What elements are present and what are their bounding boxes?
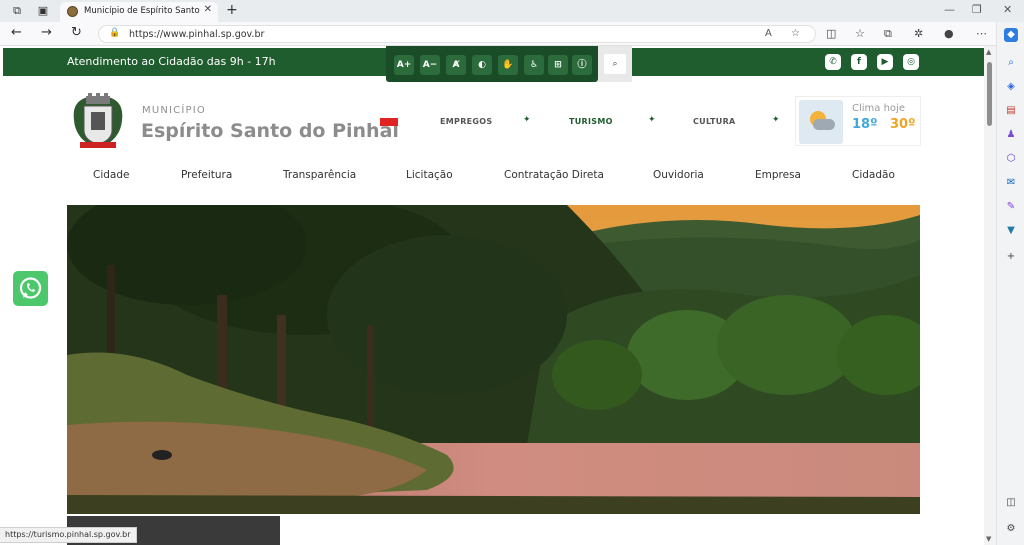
lock-icon[interactable]: 🔒 xyxy=(109,28,120,38)
star-divider-icon: ✦ xyxy=(772,115,780,125)
weather-widget: Clima hoje 18º 30º xyxy=(795,96,921,146)
quick-link-empregos[interactable]: EMPREGOS xyxy=(440,117,492,126)
font-decrease-button[interactable]: A− xyxy=(420,55,440,75)
favorite-star-icon[interactable]: ☆ xyxy=(791,28,800,39)
minimize-button[interactable]: — xyxy=(944,3,955,16)
shopping-tag-icon[interactable]: ◈ xyxy=(1004,80,1018,94)
nav-item-transparencia[interactable]: Transparência xyxy=(283,169,356,181)
new-tab-button[interactable]: + xyxy=(226,2,238,18)
address-bar[interactable]: 🔒 https://www.pinhal.sp.gov.br A ☆ xyxy=(98,25,816,43)
back-icon[interactable]: ← xyxy=(11,26,22,40)
quick-link-cultura[interactable]: CULTURA xyxy=(693,117,736,126)
profile-icon[interactable]: ● xyxy=(944,27,954,40)
extensions-icon[interactable]: ✲ xyxy=(914,27,923,40)
restore-button[interactable]: ❐ xyxy=(972,3,982,16)
main-nav: Cidade Prefeitura Transparência Licitaçã… xyxy=(67,160,920,192)
star-divider-icon: ✦ xyxy=(648,115,656,125)
search-icon[interactable]: ⌕ xyxy=(1004,56,1018,70)
city-name[interactable]: Espírito Santo do Pinhal xyxy=(141,120,399,142)
partly-cloudy-icon xyxy=(799,100,843,144)
copilot-icon[interactable]: ◆ xyxy=(1004,28,1018,42)
weather-label: Clima hoje xyxy=(852,103,905,114)
page-scrollbar[interactable]: ▲ ▼ xyxy=(984,46,996,545)
address-toolbar: ← → ↻ 🔒 https://www.pinhal.sp.gov.br A ☆… xyxy=(0,22,1024,46)
close-tab-icon[interactable]: ✕ xyxy=(204,4,212,15)
sidebar-layout-icon[interactable]: ◫ xyxy=(1004,496,1018,510)
status-url: https://turismo.pinhal.sp.gov.br xyxy=(0,527,137,543)
edge-sidebar: ◆ ⌕ ◈ ▤ ♟ ⬡ ✉ ✎ ▼ + ◫ ⚙ xyxy=(996,22,1024,545)
star-divider-icon: ✦ xyxy=(523,115,531,125)
scroll-thumb[interactable] xyxy=(987,62,992,126)
instagram-icon[interactable]: ◎ xyxy=(903,54,919,70)
workspaces-icon[interactable]: ⧉ xyxy=(10,4,24,18)
font-increase-button[interactable]: A+ xyxy=(394,55,414,75)
split-screen-icon[interactable]: ◫ xyxy=(826,27,836,40)
info-icon[interactable]: ⓘ xyxy=(572,55,592,75)
nav-item-empresa[interactable]: Empresa xyxy=(755,169,801,181)
nav-item-cidadao[interactable]: Cidadão xyxy=(852,169,895,181)
site-favicon-icon xyxy=(67,6,78,17)
browser-window: ⧉ ▣ Município de Espírito Santo do Pinha… xyxy=(0,0,1024,545)
nav-item-ouvidoria[interactable]: Ouvidoria xyxy=(653,169,704,181)
scroll-down-icon[interactable]: ▼ xyxy=(986,535,991,543)
municipio-label: MUNICÍPIO xyxy=(142,105,206,116)
facebook-icon[interactable]: f xyxy=(851,54,867,70)
tab-pinhal[interactable]: Município de Espírito Santo do Pinhal ✕ xyxy=(60,2,218,22)
weather-min: 18º xyxy=(852,117,878,132)
search-icon[interactable]: ⌕ xyxy=(604,54,626,74)
accessibility-icon[interactable]: ♿ xyxy=(524,55,544,75)
attendance-hours: Atendimento ao Cidadão das 9h - 17h xyxy=(67,55,276,68)
tab-title: Município de Espírito Santo do Pinhal xyxy=(84,6,202,16)
vertical-tabs-icon[interactable]: ▣ xyxy=(36,4,50,18)
nav-item-cidade[interactable]: Cidade xyxy=(93,169,129,181)
font-style-icon[interactable]: Ⱥ xyxy=(446,55,466,75)
hero-banner-image[interactable] xyxy=(67,205,920,514)
favorites-icon[interactable]: ☆ xyxy=(855,27,865,40)
scroll-up-icon[interactable]: ▲ xyxy=(986,48,991,56)
contrast-icon[interactable]: ◐ xyxy=(472,55,492,75)
page-viewport: Atendimento ao Cidadão das 9h - 17h ✆ f … xyxy=(0,46,996,545)
more-menu-icon[interactable]: ⋯ xyxy=(976,27,987,40)
quick-links: EMPREGOS ✦ TURISMO ✦ CULTURA ✦ xyxy=(398,109,790,133)
nav-item-licitacao[interactable]: Licitação xyxy=(406,169,453,181)
drop-icon[interactable]: ▼ xyxy=(1004,224,1018,238)
refresh-icon[interactable]: ↻ xyxy=(71,26,82,40)
nav-item-prefeitura[interactable]: Prefeitura xyxy=(181,169,232,181)
accessibility-toolbar: A+ A− Ⱥ ◐ ✋ ♿ ⊞ ⓘ xyxy=(386,46,598,82)
search-button[interactable]: ⌕ xyxy=(598,46,632,82)
read-aloud-icon[interactable]: A xyxy=(765,28,772,39)
designer-icon[interactable]: ✎ xyxy=(1004,200,1018,214)
youtube-icon[interactable]: ▶ xyxy=(877,54,893,70)
sitemap-icon[interactable]: ⊞ xyxy=(548,55,568,75)
microsoft365-icon[interactable]: ⬡ xyxy=(1004,152,1018,166)
url-text[interactable]: https://www.pinhal.sp.gov.br xyxy=(129,29,264,40)
whatsapp-icon[interactable]: ✆ xyxy=(825,54,841,70)
add-sidebar-app-icon[interactable]: + xyxy=(1004,250,1018,264)
libras-icon[interactable]: ✋ xyxy=(498,55,518,75)
tools-briefcase-icon[interactable]: ▤ xyxy=(1004,104,1018,118)
weather-max: 30º xyxy=(890,117,916,132)
service-cards-row xyxy=(280,526,920,545)
outlook-icon[interactable]: ✉ xyxy=(1004,176,1018,190)
forward-icon[interactable]: → xyxy=(41,26,52,40)
nav-item-contratacao-direta[interactable]: Contratação Direta xyxy=(504,169,604,181)
city-coat-of-arms-logo[interactable] xyxy=(66,90,130,152)
games-icon[interactable]: ♟ xyxy=(1004,128,1018,142)
whatsapp-float-button[interactable] xyxy=(13,271,48,306)
collections-icon[interactable]: ⧉ xyxy=(884,27,892,41)
whatsapp-icon xyxy=(19,277,42,299)
settings-gear-icon[interactable]: ⚙ xyxy=(1004,522,1018,536)
tab-strip: ⧉ ▣ Município de Espírito Santo do Pinha… xyxy=(0,0,1024,22)
close-window-button[interactable]: ✕ xyxy=(1003,3,1012,16)
quick-link-turismo[interactable]: TURISMO xyxy=(569,117,613,126)
